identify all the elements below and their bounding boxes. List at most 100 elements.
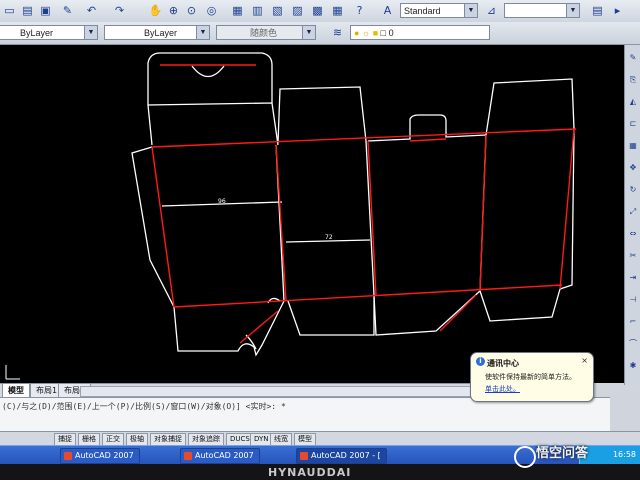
lock-icon: ■ bbox=[372, 28, 379, 38]
chevron-down-icon: ▼ bbox=[566, 4, 579, 17]
calculator-icon[interactable]: ▦ bbox=[330, 3, 345, 18]
drawing-area[interactable]: 96 72 bbox=[0, 45, 624, 383]
layer-manager-icon[interactable]: ≋ bbox=[330, 25, 345, 40]
chamfer-icon[interactable]: ⌐ bbox=[627, 317, 639, 327]
erase-icon[interactable]: ✎ bbox=[627, 53, 639, 63]
fold-line-small-flap bbox=[409, 138, 447, 142]
autocad-icon bbox=[64, 452, 72, 460]
communication-center-balloon[interactable]: i 通讯中心 × 使软件保持最新的简单方法。 单击此处。 bbox=[470, 352, 594, 402]
open-icon[interactable]: ▤ bbox=[20, 3, 35, 18]
bottom-flap-right bbox=[479, 288, 561, 322]
taskbar-item-autocad-1[interactable]: AutoCAD 2007 bbox=[60, 448, 140, 464]
dust-flap-right bbox=[485, 78, 575, 136]
system-tray: 16:58 bbox=[579, 446, 640, 464]
mirror-icon[interactable]: ◭ bbox=[627, 97, 639, 107]
linetype-combo[interactable]: ByLayer ▼ bbox=[104, 25, 210, 40]
copy-icon[interactable]: ⎘ bbox=[627, 75, 639, 85]
command-window[interactable]: (C)/与之(D)/范围(E)/上一个(P)/比例(S)/窗口(W)/对象(O)… bbox=[0, 397, 610, 432]
lineweight-combo[interactable]: 随颜色 ▼ bbox=[216, 25, 316, 40]
redo-icon[interactable]: ↷ bbox=[112, 3, 127, 18]
sheet-set-icon[interactable]: ▨ bbox=[290, 3, 305, 18]
taskbar-item-label: AutoCAD 2007 - [ bbox=[311, 451, 381, 460]
dim-style-icon[interactable]: ⊿ bbox=[484, 3, 499, 18]
new-icon[interactable]: ▭ bbox=[2, 3, 17, 18]
text-style-value: Standard bbox=[404, 6, 441, 16]
help-icon[interactable]: ? bbox=[352, 3, 367, 18]
properties-toolbar: ByLayer ▼ ByLayer ▼ 随颜色 ▼ ≋ ● ☼ ■ □ 0 bbox=[0, 22, 640, 45]
dimension-left-text: 96 bbox=[218, 198, 226, 205]
monitor-bezel: HYNAUDDAI bbox=[0, 464, 640, 480]
autocad-icon bbox=[184, 452, 192, 460]
color-value: ByLayer bbox=[20, 28, 54, 38]
sun-icon: ☼ bbox=[361, 28, 371, 38]
design-center-icon[interactable]: ▥ bbox=[250, 3, 265, 18]
scale-icon[interactable]: ⤢ bbox=[627, 207, 639, 217]
close-icon[interactable]: × bbox=[581, 356, 588, 365]
save-icon[interactable]: ▣ bbox=[38, 3, 53, 18]
layer-combo[interactable]: ● ☼ ■ □ 0 bbox=[350, 25, 490, 40]
taskbar-item-autocad-3[interactable]: AutoCAD 2007 - [ bbox=[296, 448, 387, 464]
table-style-icon[interactable]: ▤ bbox=[590, 3, 605, 18]
chevron-down-icon: ▼ bbox=[302, 26, 315, 39]
glue-flap bbox=[131, 146, 175, 308]
watermark-logo-icon bbox=[514, 446, 536, 468]
thumb-notch bbox=[191, 65, 225, 78]
left-panel bbox=[147, 102, 279, 146]
zoom-previous-icon[interactable]: ◎ bbox=[204, 3, 219, 18]
box-dieline-drawing: 96 72 bbox=[5, 52, 577, 380]
chevron-down-icon: ▼ bbox=[84, 26, 97, 39]
tool-palette-icon[interactable]: ▧ bbox=[270, 3, 285, 18]
balloon-title: 通讯中心 bbox=[487, 359, 519, 368]
info-icon: i bbox=[476, 357, 485, 366]
offset-icon[interactable]: ⊏ bbox=[627, 119, 639, 129]
fold-line-vertical-2 bbox=[275, 144, 287, 302]
match-properties-icon[interactable]: ✎ bbox=[60, 3, 75, 18]
undo-icon[interactable]: ↶ bbox=[84, 3, 99, 18]
fold-line-top bbox=[151, 128, 577, 148]
autocad-icon bbox=[300, 452, 308, 460]
dimension-mid-text: 72 bbox=[325, 234, 333, 241]
fold-line-vertical-1 bbox=[151, 146, 175, 308]
text-style-combo[interactable]: Standard ▼ bbox=[400, 3, 478, 18]
move-icon[interactable]: ✥ bbox=[627, 163, 639, 173]
fillet-icon[interactable]: ⌒ bbox=[627, 339, 639, 349]
taskbar-item-label: AutoCAD 2007 bbox=[75, 451, 134, 460]
text-style-icon[interactable]: A bbox=[380, 3, 395, 18]
explode-icon[interactable]: ✱ bbox=[627, 361, 639, 371]
rotate-icon[interactable]: ↻ bbox=[627, 185, 639, 195]
monitor-screen: ▭ ▤ ▣ ✎ ↶ ↷ ✋ ⊕ ⊙ ◎ ▦ ▥ ▧ ▨ ▩ ▦ ? A Stan… bbox=[0, 0, 640, 464]
balloon-body: 使软件保持最新的简单方法。 bbox=[485, 373, 576, 381]
top-tuck-flap bbox=[147, 52, 273, 105]
taskbar-item-autocad-2[interactable]: AutoCAD 2007 bbox=[180, 448, 260, 464]
arrow-icon[interactable]: ▸ bbox=[610, 3, 625, 18]
color-combo[interactable]: ByLayer ▼ bbox=[0, 25, 98, 40]
watermark-text: 悟空问答 bbox=[536, 446, 589, 461]
fold-line-vertical-4 bbox=[479, 134, 487, 292]
balloon-link[interactable]: 单击此处。 bbox=[485, 384, 520, 394]
dim-style-combo[interactable]: ▼ bbox=[504, 3, 580, 18]
zoom-window-icon[interactable]: ⊙ bbox=[184, 3, 199, 18]
array-icon[interactable]: ▦ bbox=[627, 141, 639, 151]
fold-line-bottom bbox=[173, 284, 563, 308]
break-icon[interactable]: ⊣ bbox=[627, 295, 639, 305]
chevron-down-icon: ▼ bbox=[464, 4, 477, 17]
tab-model[interactable]: 模型 bbox=[2, 384, 30, 398]
panel-divider-right bbox=[365, 140, 375, 296]
clock[interactable]: 16:58 bbox=[613, 450, 636, 459]
trim-icon[interactable]: ✂ bbox=[627, 251, 639, 261]
zoom-realtime-icon[interactable]: ⊕ bbox=[166, 3, 181, 18]
markup-icon[interactable]: ▩ bbox=[310, 3, 325, 18]
lineweight-value: 随颜色 bbox=[250, 28, 278, 38]
bottom-flap-left bbox=[173, 300, 285, 357]
extend-icon[interactable]: ⇥ bbox=[627, 273, 639, 283]
bottom-flap-mid bbox=[287, 295, 375, 336]
lightbulb-icon: ● bbox=[354, 28, 360, 38]
horizontal-scrollbar[interactable] bbox=[80, 386, 472, 397]
monitor-brand: HYNAUDDAI bbox=[268, 466, 352, 479]
pan-icon[interactable]: ✋ bbox=[148, 3, 163, 18]
stretch-icon[interactable]: ⇔ bbox=[627, 229, 639, 239]
fold-line-diag-2 bbox=[439, 294, 477, 332]
chevron-down-icon: ▼ bbox=[196, 26, 209, 39]
properties-icon[interactable]: ▦ bbox=[230, 3, 245, 18]
linetype-value: ByLayer bbox=[144, 28, 178, 38]
